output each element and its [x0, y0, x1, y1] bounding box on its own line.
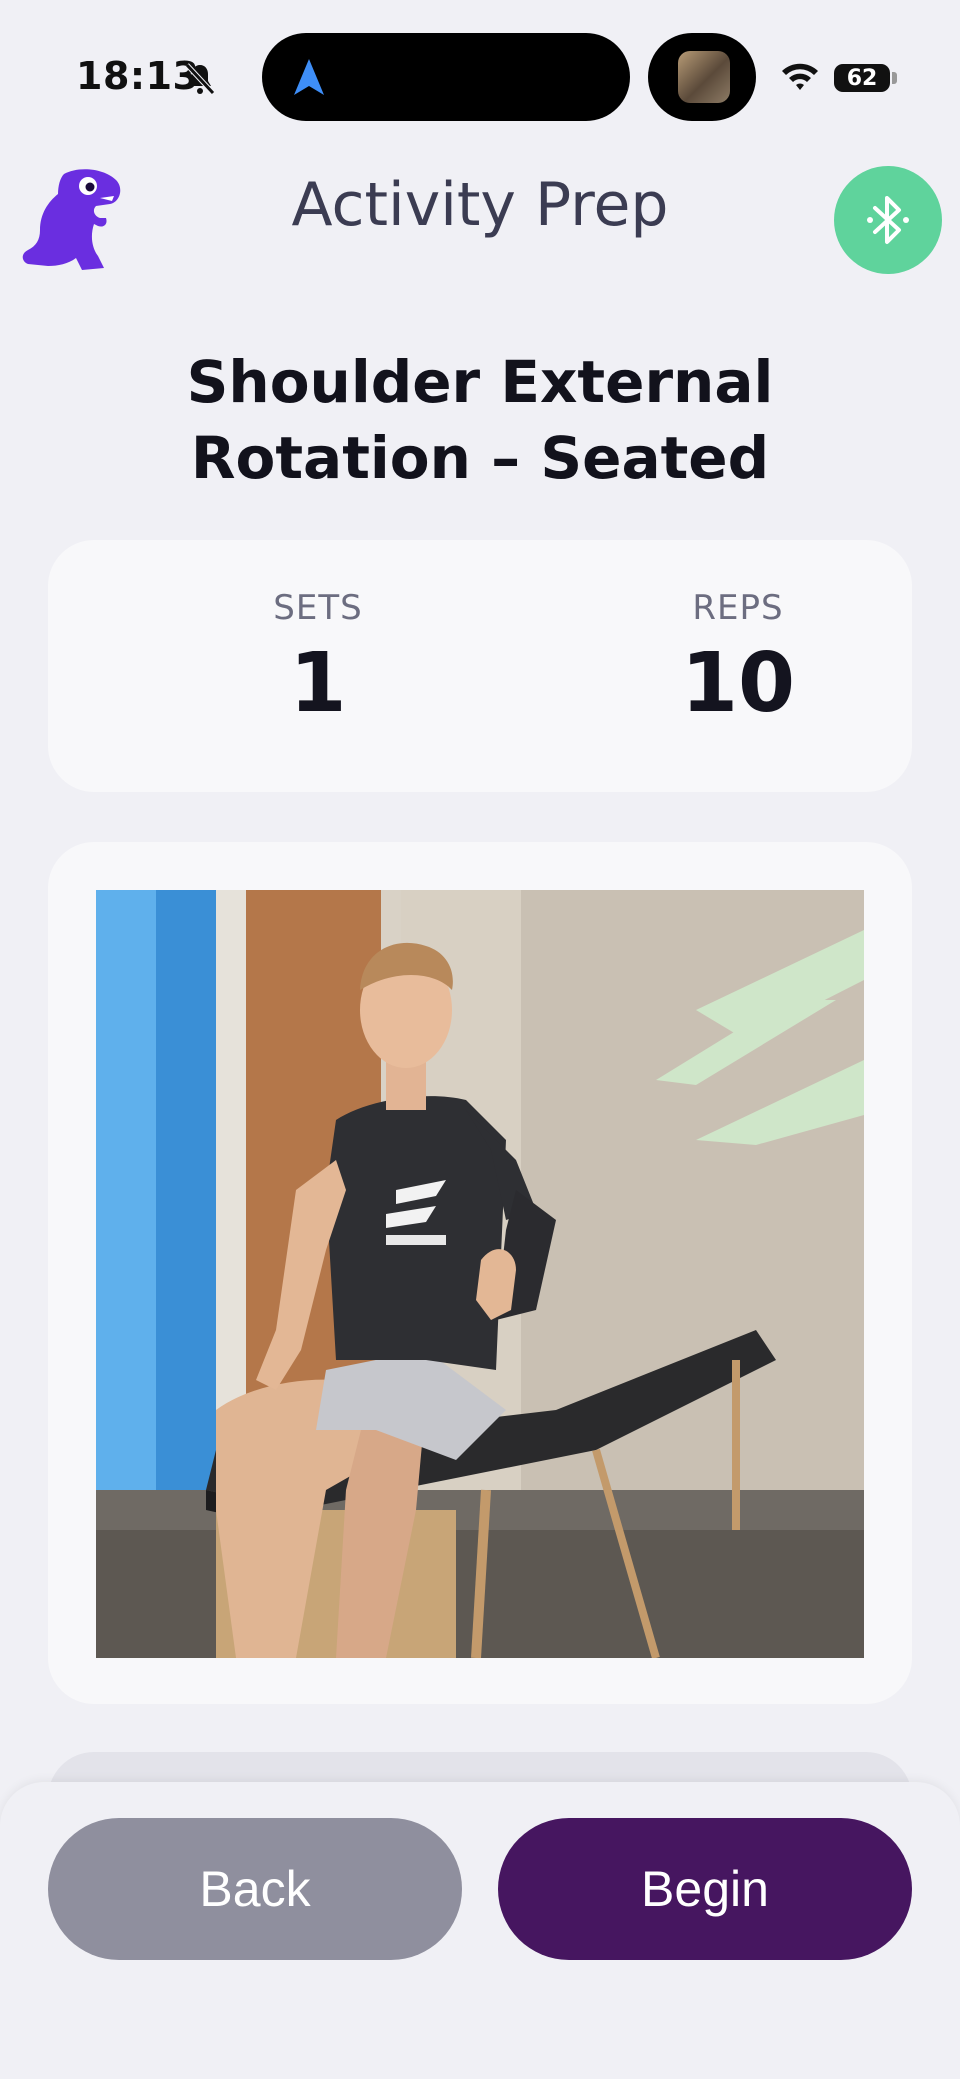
reps-value: 10 — [680, 636, 796, 731]
bluetooth-button[interactable] — [834, 166, 942, 274]
bell-slash-icon — [185, 63, 215, 95]
wifi-icon — [782, 63, 818, 90]
sets-reps-card: SETS 1 REPS 10 — [48, 540, 912, 792]
live-activity-thumbnail — [648, 33, 756, 121]
exercise-video-thumbnail — [96, 890, 864, 1658]
battery-cap — [892, 72, 897, 84]
sets-label: SETS — [273, 588, 363, 628]
begin-button[interactable]: Begin — [498, 1818, 912, 1960]
navigation-arrow-icon — [294, 59, 324, 95]
page-title: Activity Prep — [291, 170, 669, 240]
dynamic-island — [262, 33, 630, 121]
exercise-video[interactable] — [96, 890, 864, 1658]
sets-stat: SETS 1 — [168, 588, 468, 731]
sets-value: 1 — [289, 636, 347, 731]
exercise-video-card — [48, 842, 912, 1704]
exercise-title: Shoulder External Rotation – Seated — [186, 348, 774, 492]
reps-label: REPS — [692, 588, 784, 628]
activity-thumbnail-image — [678, 51, 730, 103]
battery-icon: 62 — [834, 64, 890, 92]
bluetooth-icon — [867, 196, 909, 244]
reps-stat: REPS 10 — [588, 588, 888, 731]
status-time: 18:13 — [76, 54, 200, 98]
battery-level: 62 — [846, 65, 878, 91]
back-button[interactable]: Back — [48, 1818, 462, 1960]
